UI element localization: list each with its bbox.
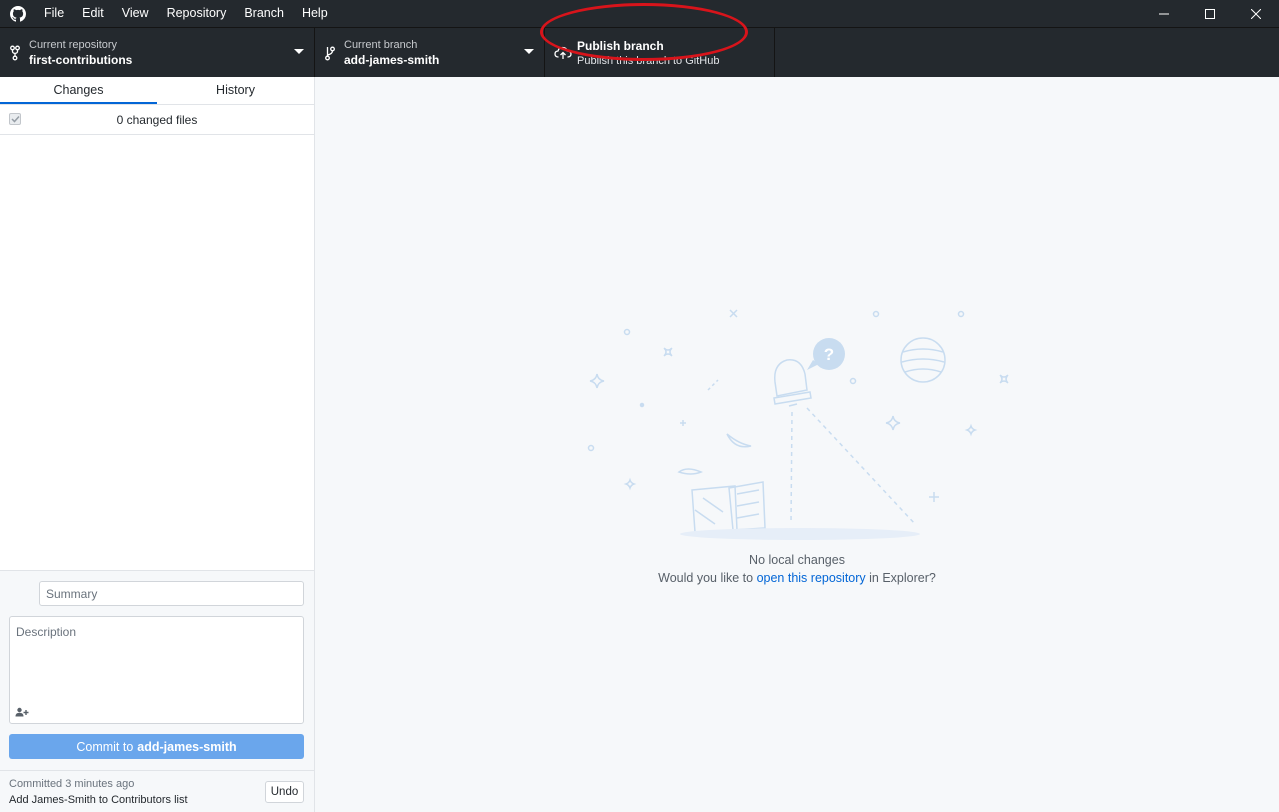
repository-label: Current repository (29, 38, 118, 51)
commit-button[interactable]: Commit to add-james-smith (9, 734, 304, 759)
caret-down-icon (294, 49, 304, 54)
last-commit: Committed 3 minutes ago Add James-Smith … (0, 770, 314, 812)
cloud-upload-icon (549, 46, 577, 60)
branch-selector[interactable]: Current branch add-james-smith (315, 28, 545, 77)
blank-slate-title: No local changes (749, 553, 845, 567)
checkmark-icon (10, 115, 20, 123)
sidebar: Changes History 0 changed files Commit t… (0, 77, 315, 812)
tab-bar: Changes History (0, 77, 314, 105)
summary-input[interactable] (39, 581, 304, 606)
publish-title: Publish branch (577, 38, 664, 53)
menu-file[interactable]: File (36, 0, 73, 27)
commit-form: Commit to add-james-smith (0, 570, 314, 770)
menu-edit[interactable]: Edit (73, 0, 113, 27)
git-branch-icon (316, 45, 344, 61)
publish-branch-button[interactable]: Publish branch Publish this branch to Gi… (545, 28, 775, 77)
repository-selector[interactable]: Current repository first-contributions (0, 28, 315, 77)
minimize-button[interactable] (1141, 0, 1187, 27)
maximize-icon (1205, 8, 1215, 19)
commit-button-branch: add-james-smith (137, 739, 237, 754)
menu-help[interactable]: Help (293, 0, 337, 27)
blank-slate-prefix: Would you like to (658, 571, 757, 585)
add-coauthor-icon[interactable] (15, 706, 31, 718)
changed-files-count: 0 changed files (116, 112, 198, 127)
caret-down-icon (524, 49, 534, 54)
last-commit-message: Add James-Smith to Contributors list (9, 794, 188, 806)
blank-slate-subtitle: Would you like to open this repository i… (315, 571, 1279, 585)
branch-label: Current branch (344, 38, 418, 51)
menu-repository[interactable]: Repository (158, 0, 236, 27)
repository-name: first-contributions (29, 52, 133, 67)
menu-bar: File Edit View Repository Branch Help (36, 0, 337, 27)
tab-changes[interactable]: Changes (0, 77, 157, 104)
toolbar: Current repository first-contributions C… (0, 27, 1279, 77)
open-repository-link[interactable]: open this repository (757, 571, 866, 585)
changes-header: 0 changed files (0, 105, 314, 135)
repo-fork-icon (1, 45, 29, 61)
title-bar: File Edit View Repository Branch Help (0, 0, 1279, 27)
publish-description: Publish this branch to GitHub (577, 54, 720, 67)
tab-history[interactable]: History (157, 77, 314, 104)
window-controls (1141, 0, 1279, 27)
close-button[interactable] (1233, 0, 1279, 27)
github-logo-icon (0, 0, 36, 27)
commit-button-prefix: Commit to (76, 739, 134, 754)
blank-slate-suffix: in Explorer? (865, 571, 936, 585)
main-blank-slate: ? No local changes Would you like to ope… (315, 77, 1279, 812)
svg-text:?: ? (824, 345, 834, 364)
maximize-button[interactable] (1187, 0, 1233, 27)
menu-branch[interactable]: Branch (235, 0, 293, 27)
last-commit-time: Committed 3 minutes ago (9, 778, 135, 790)
description-box (9, 616, 304, 724)
branch-name: add-james-smith (344, 52, 440, 67)
select-all-checkbox[interactable] (9, 113, 21, 125)
description-input[interactable] (10, 617, 303, 705)
undo-button[interactable]: Undo (265, 781, 304, 803)
menu-view[interactable]: View (113, 0, 158, 27)
no-changes-illustration: ? (587, 309, 1009, 540)
minimize-icon (1159, 13, 1169, 14)
close-icon (1251, 8, 1261, 19)
